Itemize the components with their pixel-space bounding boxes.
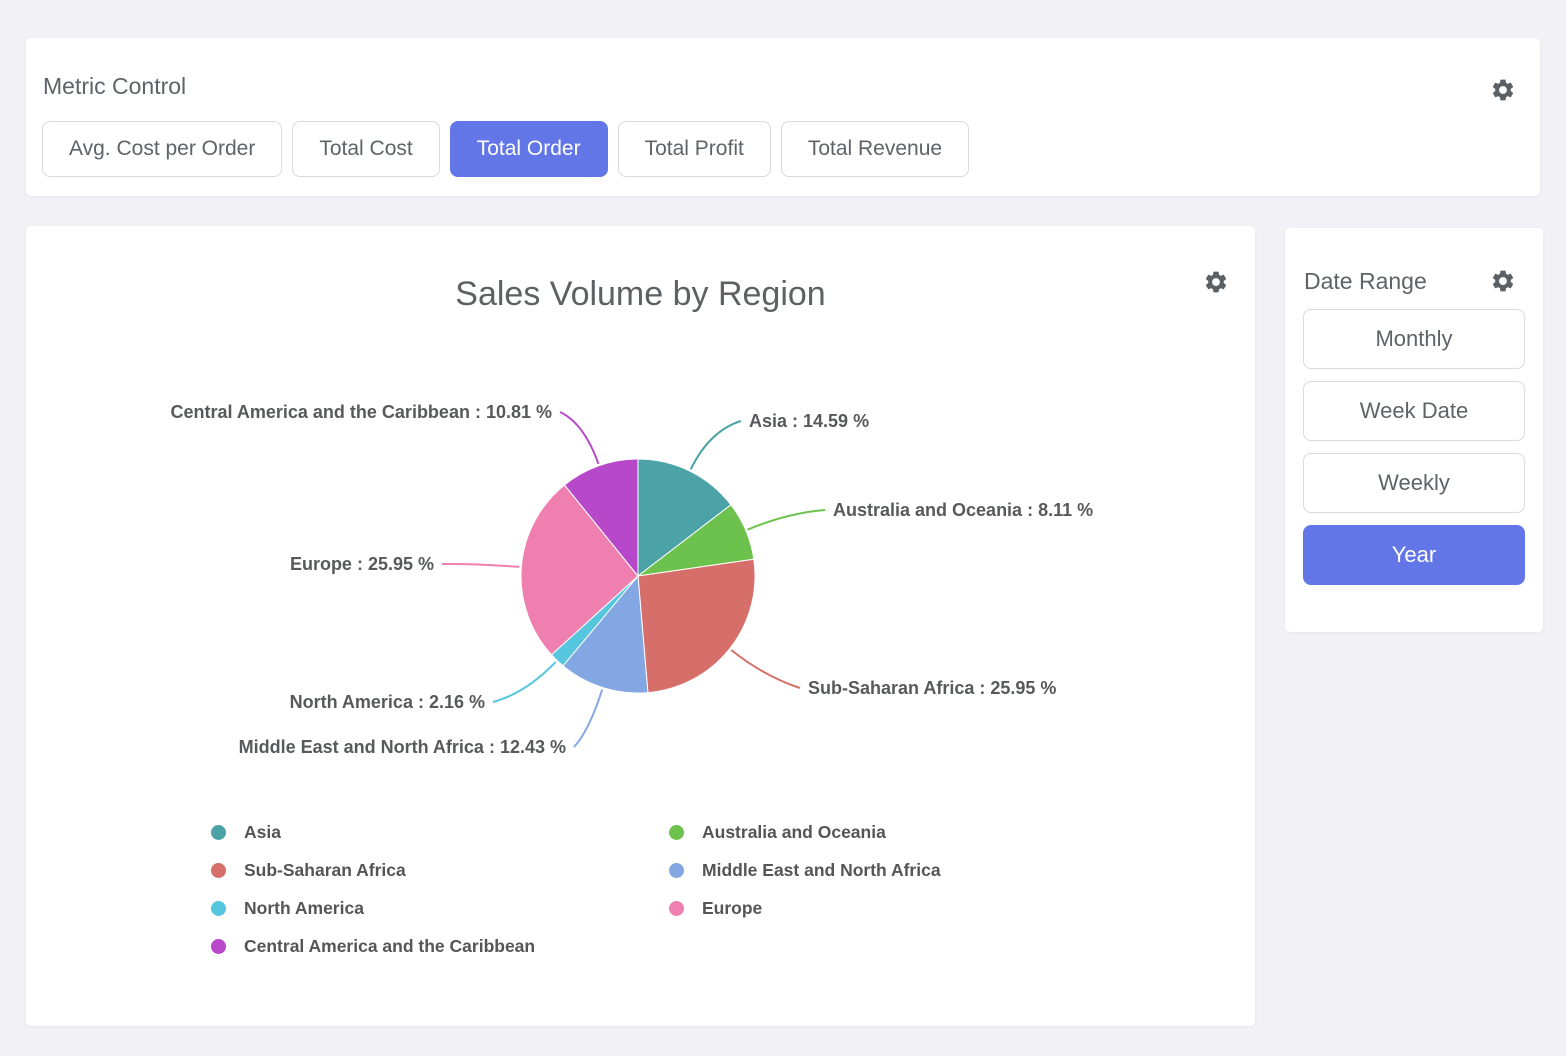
legend-dot-sub-saharan-africa [211, 863, 226, 878]
legend-item-asia[interactable]: Asia [211, 813, 669, 851]
date-range-button-group: Monthly Week Date Weekly Year [1303, 309, 1525, 585]
metric-button-total-profit[interactable]: Total Profit [618, 121, 771, 177]
metric-button-avg-cost-per-order[interactable]: Avg. Cost per Order [42, 121, 282, 177]
metric-button-total-cost[interactable]: Total Cost [292, 121, 439, 177]
legend-item-australia-and-oceania[interactable]: Australia and Oceania [669, 813, 941, 851]
legend-label: Europe [702, 898, 762, 919]
gear-icon [1490, 268, 1516, 294]
pie-label-line-sub-saharan-africa [731, 650, 800, 688]
date-range-button-year[interactable]: Year [1303, 525, 1525, 585]
legend-label: Sub-Saharan Africa [244, 860, 406, 881]
pie-label-line-central-america-and-the-caribbean [560, 412, 598, 464]
date-range-button-monthly[interactable]: Monthly [1303, 309, 1525, 369]
legend-dot-asia [211, 825, 226, 840]
metric-control-title: Metric Control [43, 73, 186, 100]
legend-label: Asia [244, 822, 281, 843]
date-range-title: Date Range [1304, 268, 1427, 295]
pie-label-line-north-america [493, 662, 556, 702]
pie-label-north-america: North America : 2.16 % [290, 692, 485, 712]
pie-slice-sub-saharan-africa[interactable] [638, 559, 755, 692]
legend-label: Middle East and North Africa [702, 860, 941, 881]
pie-label-line-middle-east-and-north-africa [574, 690, 602, 748]
pie-label-europe: Europe : 25.95 % [290, 554, 434, 574]
legend-dot-north-america [211, 901, 226, 916]
pie-label-australia-and-oceania: Australia and Oceania : 8.11 % [833, 500, 1093, 520]
legend-label: North America [244, 898, 364, 919]
legend-label: Australia and Oceania [702, 822, 886, 843]
date-range-button-week-date[interactable]: Week Date [1303, 381, 1525, 441]
legend-dot-middle-east-and-north-africa [669, 863, 684, 878]
legend-item-middle-east-and-north-africa[interactable]: Middle East and North Africa [669, 851, 941, 889]
legend-dot-europe [669, 901, 684, 916]
date-range-button-weekly[interactable]: Weekly [1303, 453, 1525, 513]
metric-control-panel: Metric Control Avg. Cost per OrderTotal … [26, 38, 1540, 196]
pie-label-sub-saharan-africa: Sub-Saharan Africa : 25.95 % [808, 678, 1056, 698]
gear-icon [1490, 77, 1516, 103]
pie-label-line-asia [691, 421, 741, 469]
metric-control-settings-gear-icon[interactable] [1490, 77, 1516, 103]
date-range-panel: Date Range Monthly Week Date Weekly Year [1285, 228, 1543, 632]
pie-label-line-europe [442, 564, 519, 567]
sales-volume-chart-panel: Sales Volume by Region Asia : 14.59 %Aus… [26, 226, 1255, 1026]
legend-item-europe[interactable]: Europe [669, 889, 941, 927]
legend-item-sub-saharan-africa[interactable]: Sub-Saharan Africa [211, 851, 669, 889]
pie-label-line-australia-and-oceania [748, 510, 825, 530]
legend-dot-central-america-and-the-caribbean [211, 939, 226, 954]
metric-button-total-revenue[interactable]: Total Revenue [781, 121, 969, 177]
legend-dot-australia-and-oceania [669, 825, 684, 840]
legend-label: Central America and the Caribbean [244, 936, 535, 957]
metric-button-group: Avg. Cost per OrderTotal CostTotal Order… [42, 121, 969, 177]
chart-legend: Asia Australia and Oceania Sub-Saharan Afr… [211, 813, 941, 965]
legend-item-central-america-and-the-caribbean[interactable]: Central America and the Caribbean [211, 927, 669, 965]
dashboard-page: { "colors": { "page_bg": "#f1f1f6", "car… [0, 0, 1566, 1056]
metric-button-total-order[interactable]: Total Order [450, 121, 608, 177]
legend-item-north-america[interactable]: North America [211, 889, 669, 927]
date-range-settings-gear-icon[interactable] [1490, 268, 1516, 294]
pie-label-central-america-and-the-caribbean: Central America and the Caribbean : 10.8… [171, 402, 552, 422]
pie-label-asia: Asia : 14.59 % [749, 411, 869, 431]
pie-label-middle-east-and-north-africa: Middle East and North Africa : 12.43 % [239, 737, 566, 757]
